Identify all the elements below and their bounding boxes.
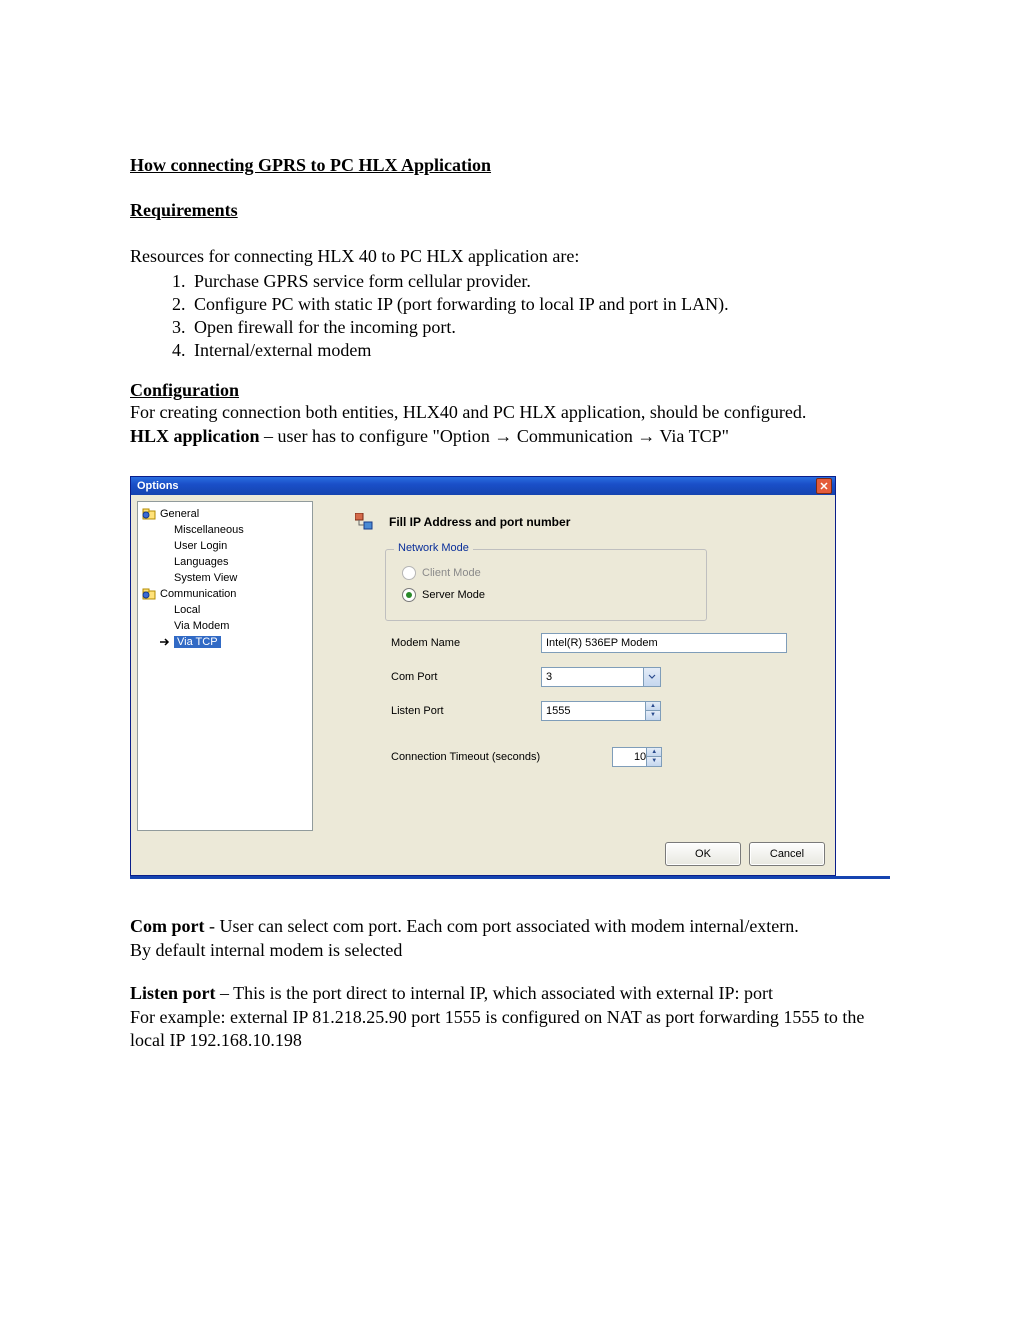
connection-timeout-stepper[interactable]: 10 ▲ ▼: [612, 747, 662, 767]
tree-node-miscellaneous[interactable]: Miscellaneous: [140, 522, 310, 538]
cancel-button[interactable]: Cancel: [749, 842, 825, 866]
tree-label: Communication: [160, 588, 236, 600]
com-port-select[interactable]: 3: [541, 667, 661, 687]
tree-node-local[interactable]: Local: [140, 602, 310, 618]
list-item: Internal/external modem: [190, 339, 890, 362]
tree-label: Miscellaneous: [174, 524, 244, 536]
chevron-down-icon: ▼: [647, 757, 661, 766]
listen-port-explain: Listen port – This is the port direct to…: [130, 982, 890, 1005]
requirements-list: Purchase GPRS service form cellular prov…: [190, 270, 890, 362]
listen-port-label-text: Listen port: [130, 983, 216, 1003]
modem-name-input[interactable]: Intel(R) 536EP Modem: [541, 633, 787, 653]
tree-node-via-tcp[interactable]: Via TCP: [140, 634, 310, 650]
tree-node-via-modem[interactable]: Via Modem: [140, 618, 310, 634]
options-tree[interactable]: General Miscellaneous User Login Languag…: [137, 501, 313, 831]
list-item: Open firewall for the incoming port.: [190, 316, 890, 339]
tree-label: System View: [174, 572, 237, 584]
chevron-up-icon: ▲: [647, 748, 661, 758]
listen-port-stepper[interactable]: 1555 ▲ ▼: [541, 701, 661, 721]
folder-icon: [142, 508, 156, 520]
modem-name-label: Modem Name: [391, 637, 541, 649]
com-port-label-text: Com port: [130, 916, 205, 936]
requirements-intro: Resources for connecting HLX 40 to PC HL…: [130, 245, 890, 268]
chevron-up-icon: ▲: [646, 702, 660, 712]
spinner-buttons[interactable]: ▲ ▼: [646, 748, 661, 766]
dialog-titlebar[interactable]: Options: [131, 477, 835, 495]
hlx-app-rest: – user has to configure "Option → Commun…: [260, 426, 729, 446]
radio-client-mode[interactable]: Client Mode: [402, 562, 696, 584]
fieldset-legend: Network Mode: [394, 542, 473, 554]
tree-node-system-view[interactable]: System View: [140, 570, 310, 586]
close-icon[interactable]: [816, 478, 832, 494]
configuration-heading: Configuration: [130, 380, 890, 401]
ok-button[interactable]: OK: [665, 842, 741, 866]
chevron-down-icon: ▼: [646, 711, 660, 720]
com-port-rest: - User can select com port. Each com por…: [205, 916, 799, 936]
dialog-footer: OK Cancel: [131, 833, 835, 875]
radio-label: Client Mode: [422, 567, 481, 579]
listen-port-example: For example: external IP 81.218.25.90 po…: [130, 1006, 890, 1051]
folder-icon: [142, 588, 156, 600]
network-icon: [355, 513, 373, 531]
com-port-default-text: By default internal modem is selected: [130, 939, 890, 962]
dialog-title: Options: [137, 480, 179, 492]
requirements-heading: Requirements: [130, 200, 890, 221]
tree-node-general[interactable]: General: [140, 506, 310, 522]
tree-label: Languages: [174, 556, 228, 568]
options-right-pane: Fill IP Address and port number Network …: [327, 501, 829, 831]
tree-node-languages[interactable]: Languages: [140, 554, 310, 570]
tree-label: Local: [174, 604, 200, 616]
com-port-label: Com Port: [391, 671, 541, 683]
radio-server-mode[interactable]: Server Mode: [402, 584, 696, 606]
network-mode-fieldset: Network Mode Client Mode Server Mode: [385, 549, 707, 621]
tree-label: User Login: [174, 540, 227, 552]
listen-port-rest: – This is the port direct to internal IP…: [216, 983, 774, 1003]
tree-label: Via Modem: [174, 620, 229, 632]
tree-node-communication[interactable]: Communication: [140, 586, 310, 602]
listen-port-label: Listen Port: [391, 705, 541, 717]
radio-icon: [402, 588, 416, 602]
radio-label: Server Mode: [422, 589, 485, 601]
tree-label: General: [160, 508, 199, 520]
radio-icon: [402, 566, 416, 580]
list-item: Configure PC with static IP (port forwar…: [190, 293, 890, 316]
arrow-right-icon: [158, 636, 172, 648]
configuration-hlx-text: HLX application – user has to configure …: [130, 425, 890, 448]
list-item: Purchase GPRS service form cellular prov…: [190, 270, 890, 293]
configuration-text: For creating connection both entities, H…: [130, 401, 890, 424]
document-title: How connecting GPRS to PC HLX Applicatio…: [130, 155, 890, 176]
spinner-buttons[interactable]: ▲ ▼: [645, 702, 660, 720]
section-title: Fill IP Address and port number: [389, 515, 570, 529]
options-dialog: Options General Miscellaneous User Login…: [130, 476, 836, 876]
tree-label-selected: Via TCP: [174, 636, 221, 648]
chevron-down-icon: [643, 668, 660, 686]
com-port-explain: Com port - User can select com port. Eac…: [130, 915, 890, 938]
connection-timeout-label: Connection Timeout (seconds): [391, 751, 540, 763]
tree-node-user-login[interactable]: User Login: [140, 538, 310, 554]
hlx-app-label: HLX application: [130, 426, 260, 446]
